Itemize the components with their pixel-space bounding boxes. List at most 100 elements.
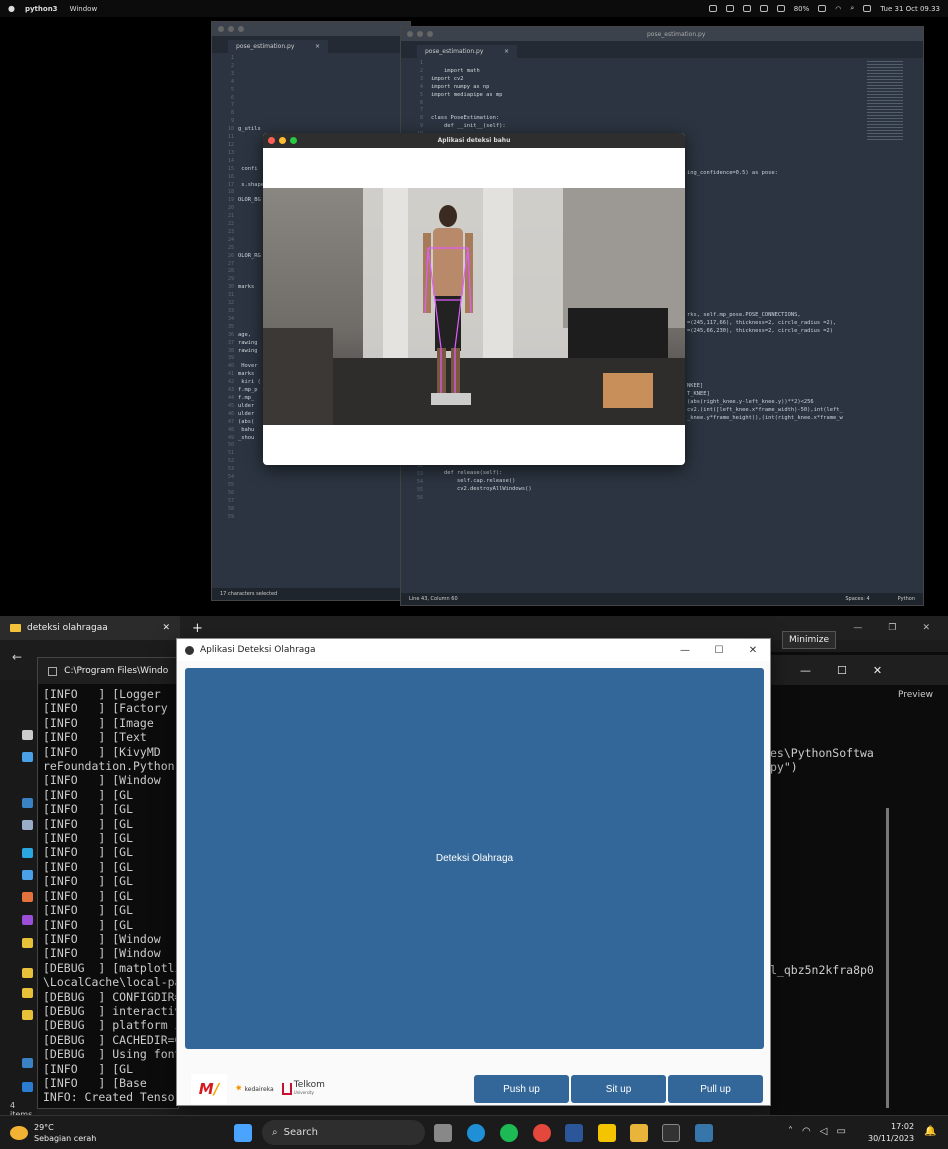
cmd-titlebar[interactable]: C:\Program Files\Windows [38,658,178,684]
task-view-icon[interactable] [434,1124,452,1142]
wifi-icon[interactable]: ◠ [802,1126,811,1137]
gallery-icon[interactable] [22,752,33,762]
folder-icon[interactable] [22,938,33,948]
editor-back-gutter: 1 2 3 4 5 6 7 8 9 10 11 12 13 14 15 16 17 18 19 20 21 22 23 24 2… [212,55,234,521]
cmd-window[interactable]: C:\Program Files\Windows [INFO ] [Logger… [37,657,179,1109]
indent-setting[interactable]: Spaces: 4 [845,596,869,602]
record-icon[interactable] [708,5,717,12]
search-icon[interactable]: ⌕ [850,4,854,13]
app-icon [185,645,194,655]
this-pc-icon[interactable] [22,1082,33,1092]
chevron-up-icon[interactable]: ˄ [788,1126,793,1137]
apple-icon[interactable]: ● [8,4,15,13]
close-icon[interactable]: ✕ [162,623,170,633]
word-icon[interactable] [565,1124,583,1142]
folder-icon[interactable] [22,968,33,978]
menu-window[interactable]: Window [70,5,98,13]
editor-front-code-bottom[interactable]: def release(self): self.cap.release() cv… [431,470,532,494]
back-arrow-icon[interactable]: ← [12,650,22,664]
search-box[interactable]: ⌕ Search [262,1120,425,1145]
folder-icon[interactable] [22,1010,33,1020]
file-explorer-icon[interactable] [630,1124,648,1142]
minimap[interactable] [867,61,903,141]
minimize-icon[interactable]: — [800,664,811,677]
sticky-notes-icon[interactable] [598,1124,616,1142]
close-icon[interactable]: × [315,43,320,50]
close-icon[interactable]: × [504,48,509,55]
documents-icon[interactable] [22,820,33,830]
line-number: 56 [227,489,234,496]
situp-button[interactable]: Sit up [571,1075,666,1103]
pose-titlebar[interactable]: Aplikasi deteksi bahu [263,133,685,148]
cursor-position[interactable]: Line 43, Column 60 [409,596,458,602]
close-icon[interactable]: ✕ [873,664,882,677]
editor-back-tab[interactable]: pose_estimation.py × [228,40,328,53]
home-icon[interactable] [22,730,33,740]
share-icon[interactable] [742,5,751,12]
minimize-icon[interactable] [279,137,286,144]
weather-widget[interactable]: 29°C Sebagian cerah [10,1122,96,1144]
volume-icon[interactable]: ◁ [820,1126,828,1137]
screen-icon[interactable] [725,5,734,12]
start-icon[interactable] [234,1124,252,1142]
edge-icon[interactable] [467,1124,485,1142]
detect-sport-button[interactable]: Deteksi Olahraga [185,668,764,1049]
menubar-clock[interactable]: Tue 31 Oct 09.33 [880,5,940,13]
terminal-line: es\PythonSoftwa [770,746,874,760]
pictures-icon[interactable] [22,870,33,880]
music-icon[interactable] [22,892,33,902]
pose-window[interactable]: Aplikasi deteksi bahu [263,133,685,465]
chrome-icon[interactable] [533,1124,551,1142]
editor-back-titlebar[interactable] [212,22,410,36]
min-dot[interactable] [228,26,234,32]
close-dot[interactable] [218,26,224,32]
people-icon[interactable] [759,5,768,12]
pullup-button[interactable]: Pull up [668,1075,763,1103]
restore-icon[interactable]: ❐ [888,623,896,633]
preview-button[interactable]: Preview [898,690,933,700]
desktop-icon[interactable] [22,848,33,858]
terminal-icon[interactable] [662,1124,680,1142]
wifi-icon[interactable]: ◠ [835,5,841,13]
close-icon[interactable]: ✕ [736,639,770,661]
scrollbar[interactable] [886,808,889,1108]
close-dot[interactable] [407,31,413,37]
minimize-icon[interactable]: — [668,639,702,661]
app-name[interactable]: python3 [25,5,58,13]
log-line: [INFO ] [Window [43,931,161,946]
control-center-icon[interactable] [863,5,872,12]
kivy-app-window[interactable]: Aplikasi Deteksi Olahraga — ☐ ✕ Deteksi … [176,638,771,1106]
videos-icon[interactable] [22,915,33,925]
battery-icon[interactable]: ▭ [836,1126,845,1137]
close-icon[interactable]: ✕ [922,623,930,633]
downloads-icon[interactable] [22,798,33,808]
min-dot[interactable] [417,31,423,37]
notification-bell-icon[interactable]: 🔔 [924,1126,936,1137]
control-icon[interactable] [776,5,785,12]
editor-front-tab[interactable]: pose_estimation.py × [417,45,517,58]
spotify-icon[interactable] [500,1124,518,1142]
new-tab-button[interactable]: + [192,621,203,636]
folder-icon[interactable] [22,988,33,998]
editor-back-code[interactable]: g_utils confi s.shape OLOR_BG OLOR_RG ma… [238,55,264,442]
maximize-icon[interactable]: ☐ [837,664,847,677]
maximize-icon[interactable] [290,137,297,144]
editor-front-titlebar[interactable]: pose_estimation.py [401,27,923,41]
explorer-tab[interactable]: deteksi olahragaa ✕ [0,616,180,640]
clock[interactable]: 17:02 30/11/2023 [868,1121,914,1145]
close-icon[interactable] [268,137,275,144]
battery-icon[interactable] [818,5,827,12]
syntax-setting[interactable]: Python [898,596,915,602]
background-terminal-window[interactable]: Minimize — ☐ ✕ Preview es\PythonSoftwa py"… [770,631,948,1122]
max-dot[interactable] [427,31,433,37]
editor-front-code-right[interactable]: ing_confidence=0.5) as pose: rks, self.m… [687,170,843,423]
pushup-button[interactable]: Push up [474,1075,569,1103]
onedrive-icon[interactable] [22,1058,33,1068]
log-line: [INFO ] [GL [43,845,134,860]
maximize-icon[interactable]: ☐ [702,639,736,661]
minimize-icon[interactable]: — [853,623,862,633]
editor-front-code-top[interactable]: import math import cv2 import numpy as n… [431,60,506,139]
log-line: [INFO ] [GL [43,859,134,874]
python-icon[interactable] [695,1124,713,1142]
max-dot[interactable] [238,26,244,32]
